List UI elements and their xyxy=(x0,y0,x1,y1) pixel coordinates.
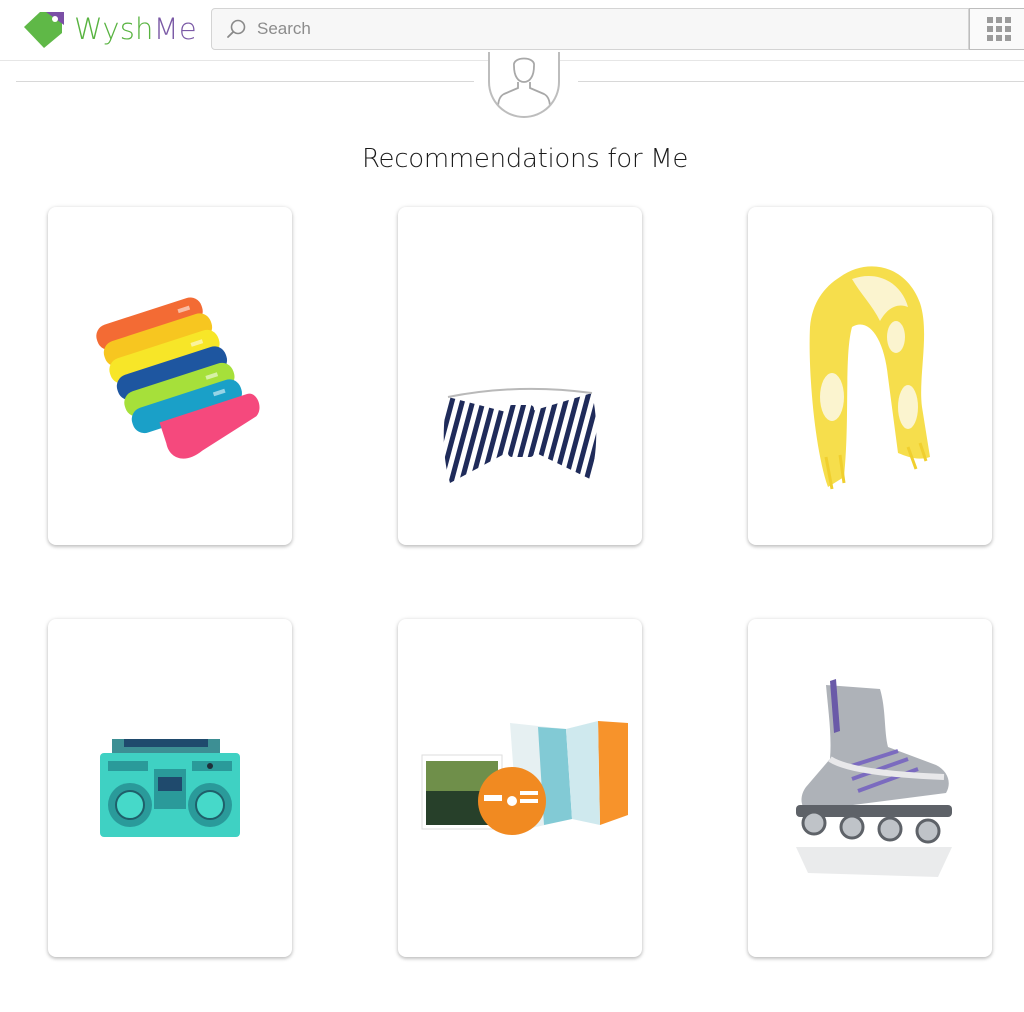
grid-icon xyxy=(987,17,1011,41)
product-card-bow-clutch[interactable] xyxy=(398,207,642,545)
boombox-image xyxy=(100,739,240,837)
search-bar[interactable] xyxy=(211,8,969,50)
product-card-boombox[interactable] xyxy=(48,619,292,957)
user-silhouette-icon xyxy=(497,57,551,116)
colorful-socks-image xyxy=(96,297,260,459)
inline-skate-image xyxy=(796,679,952,877)
road-to-hana-dvd-image xyxy=(421,721,628,835)
product-card-socks[interactable] xyxy=(48,207,292,545)
page-title: Recommendations for Me xyxy=(361,144,689,175)
search-icon xyxy=(227,19,246,38)
apps-grid-button[interactable] xyxy=(969,8,1024,50)
product-card-inline-skate[interactable] xyxy=(748,619,992,957)
search-input[interactable] xyxy=(255,18,939,40)
logo[interactable]: WyshMe xyxy=(22,9,197,49)
yellow-scarf-image xyxy=(809,266,930,490)
divider-right xyxy=(578,81,1024,82)
product-card-scarf[interactable] xyxy=(748,207,992,545)
logo-text: WyshMe xyxy=(74,12,197,46)
divider-left xyxy=(16,81,474,82)
product-card-road-to-hana[interactable] xyxy=(398,619,642,957)
striped-bow-clutch-image xyxy=(443,387,597,483)
price-tag-icon xyxy=(24,12,64,48)
user-avatar[interactable] xyxy=(488,52,560,118)
